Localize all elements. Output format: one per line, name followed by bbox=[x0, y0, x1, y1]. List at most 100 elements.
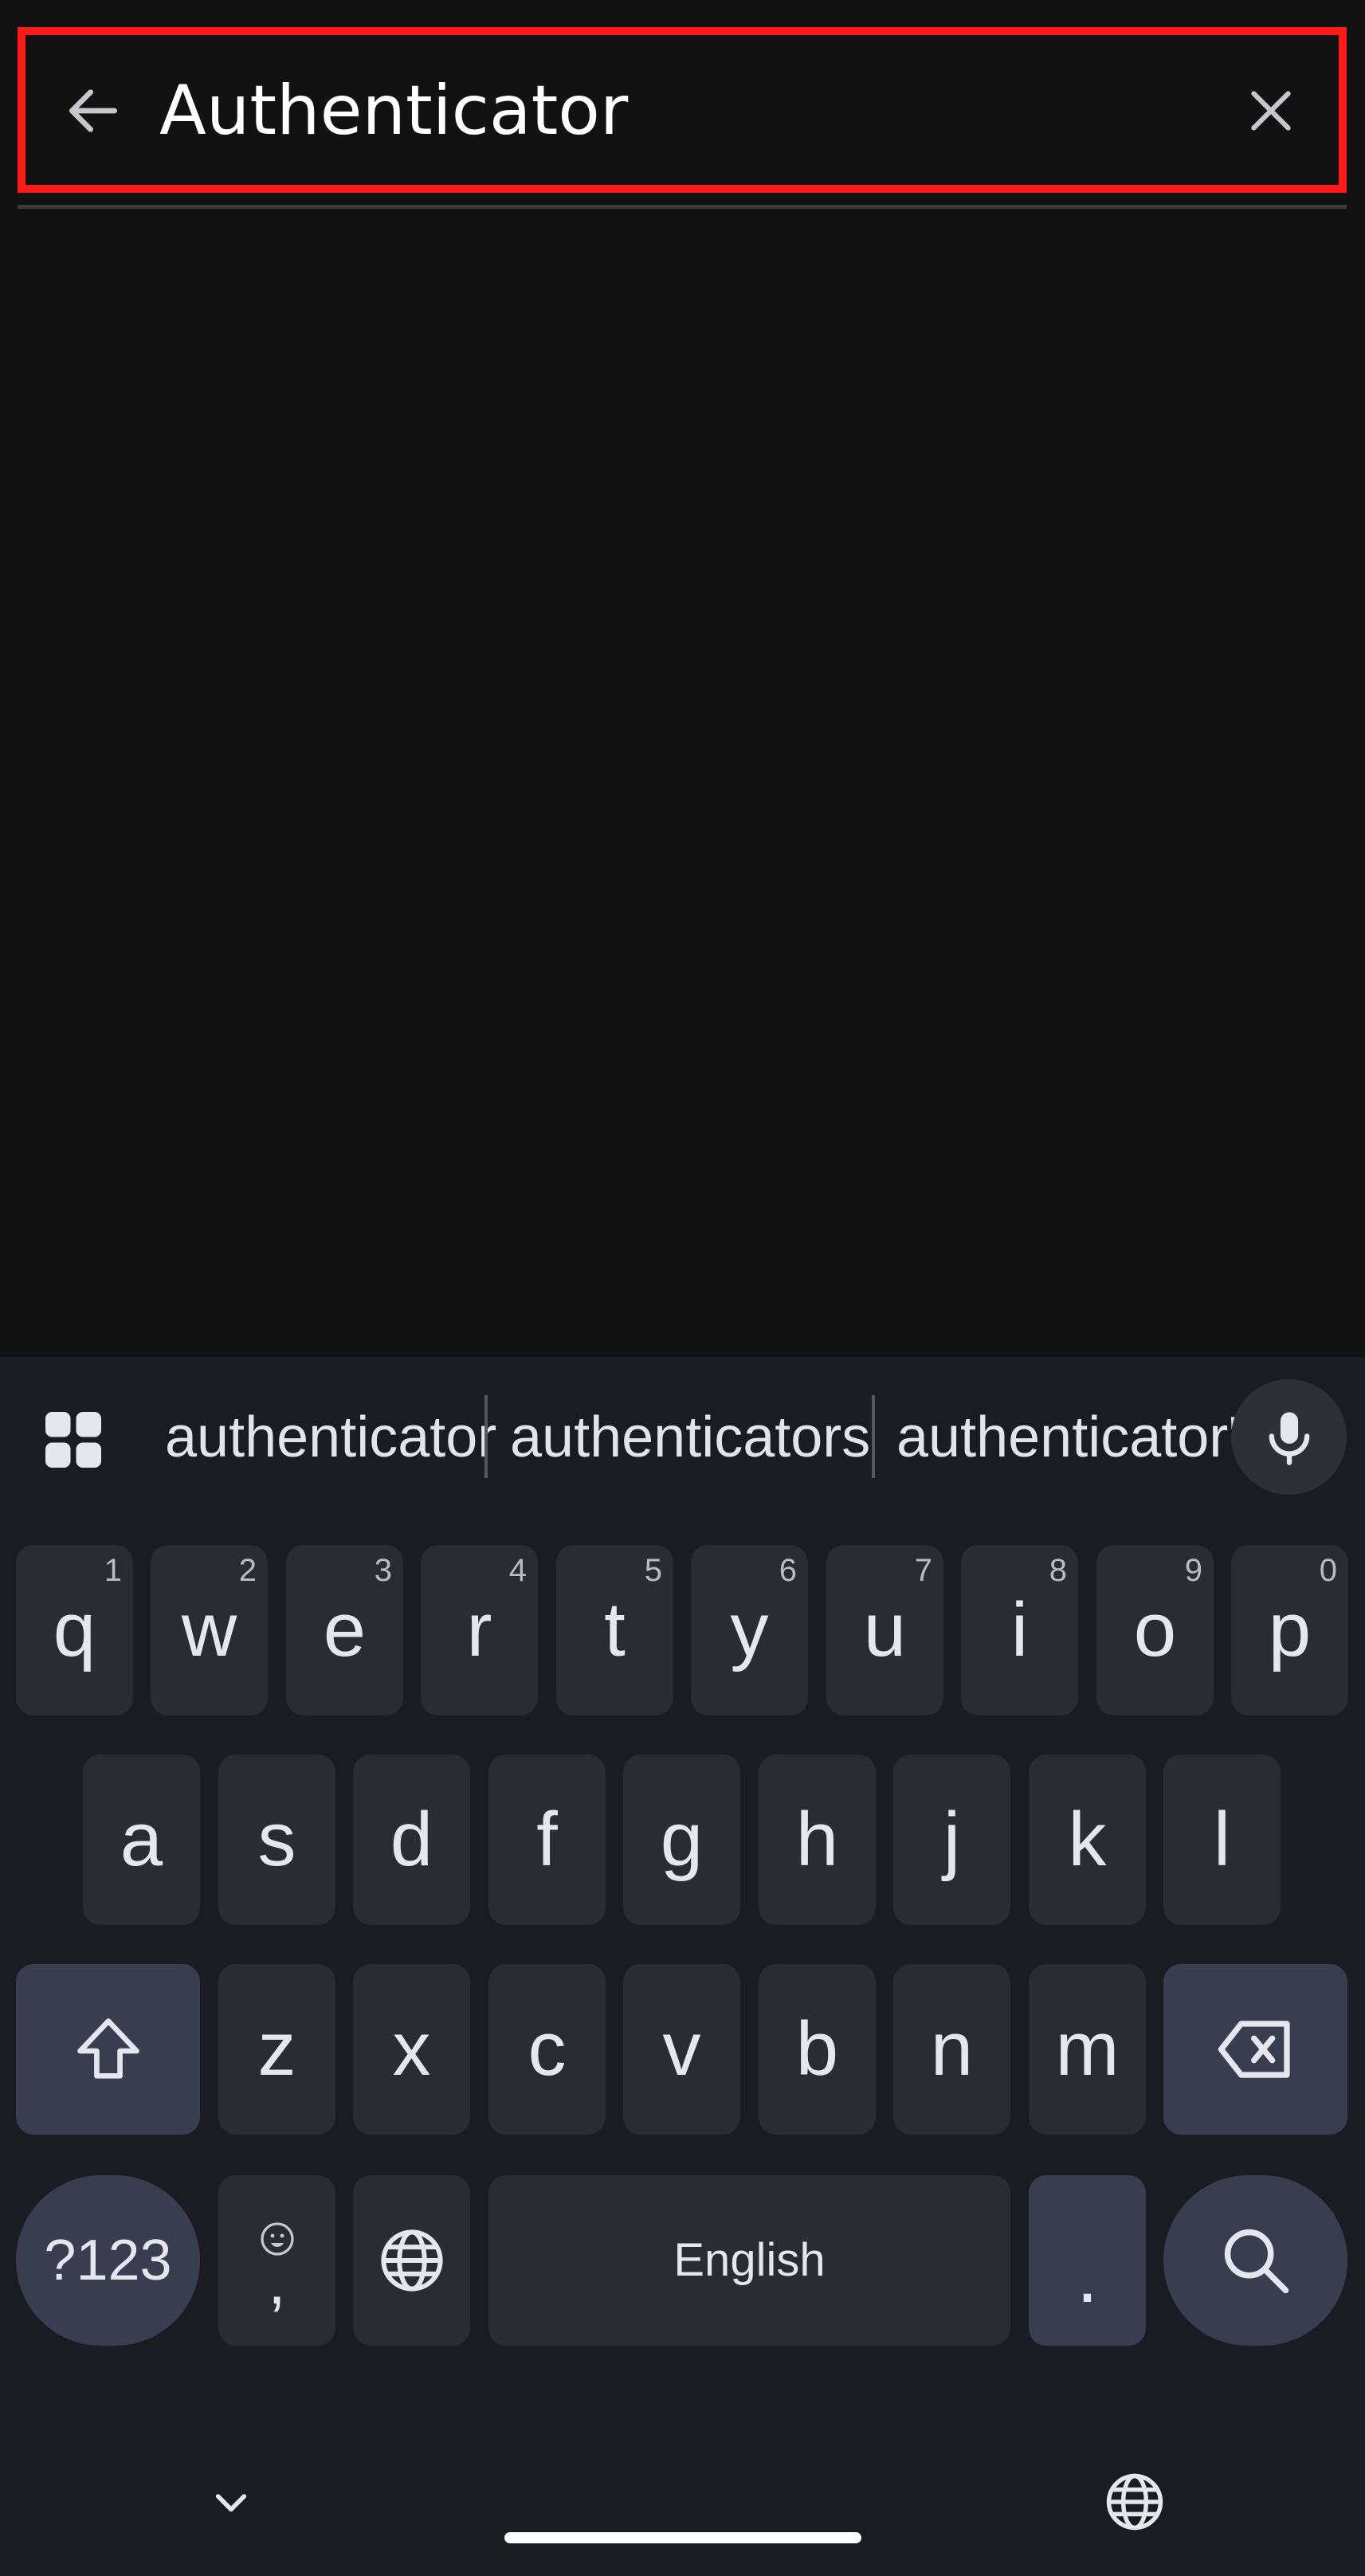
apps-button[interactable] bbox=[33, 1400, 113, 1480]
search-bar bbox=[0, 0, 1365, 209]
key-d[interactable]: d bbox=[353, 1755, 470, 1925]
globe-icon bbox=[380, 2229, 443, 2292]
search-icon bbox=[1224, 2229, 1289, 2294]
key-r[interactable]: 4 r bbox=[421, 1545, 538, 1715]
key-label: h bbox=[795, 1797, 839, 1882]
key-label: q bbox=[53, 1587, 96, 1672]
suggestion-3[interactable]: authenticator's bbox=[896, 1394, 1268, 1481]
key-label: g bbox=[660, 1797, 704, 1882]
key-label: k bbox=[1068, 1797, 1107, 1882]
key-label: r bbox=[466, 1587, 492, 1672]
key-label: u bbox=[863, 1587, 907, 1672]
navigation-bar bbox=[0, 2414, 1365, 2576]
key-h[interactable]: h bbox=[759, 1755, 876, 1925]
key-m[interactable]: m bbox=[1029, 1964, 1146, 2135]
key-y[interactable]: 6 y bbox=[691, 1545, 808, 1715]
key-label: , bbox=[268, 2246, 286, 2317]
key-hint: 5 bbox=[644, 1553, 662, 1588]
search-key[interactable] bbox=[1163, 2175, 1347, 2346]
key-label: o bbox=[1133, 1587, 1177, 1672]
key-w[interactable]: 2 w bbox=[151, 1545, 268, 1715]
shift-key[interactable] bbox=[16, 1964, 200, 2135]
microphone-icon bbox=[1269, 1411, 1309, 1465]
key-hint: 0 bbox=[1319, 1553, 1337, 1588]
key-n[interactable]: n bbox=[893, 1964, 1010, 2135]
key-label: n bbox=[930, 2006, 974, 2092]
home-indicator[interactable] bbox=[504, 2532, 861, 2543]
key-label: j bbox=[943, 1797, 961, 1882]
key-hint: 3 bbox=[374, 1553, 392, 1588]
key-hint: 7 bbox=[914, 1553, 932, 1588]
key-l[interactable]: l bbox=[1163, 1755, 1281, 1925]
back-button[interactable] bbox=[49, 67, 137, 155]
key-label: b bbox=[795, 2006, 839, 2092]
key-label: x bbox=[392, 2006, 431, 2092]
backspace-key[interactable] bbox=[1163, 1964, 1347, 2135]
backspace-icon bbox=[1218, 2021, 1290, 2078]
comma-key[interactable]: , bbox=[218, 2175, 335, 2346]
key-x[interactable]: x bbox=[353, 1964, 470, 2135]
search-divider bbox=[18, 205, 1347, 209]
chevron-down-icon bbox=[215, 2494, 247, 2512]
suggestion-strip: authenticator authenticators authenticat… bbox=[0, 1357, 1365, 1516]
key-q[interactable]: 1 q bbox=[16, 1545, 133, 1715]
key-f[interactable]: f bbox=[488, 1755, 606, 1925]
key-label: a bbox=[120, 1797, 163, 1882]
key-t[interactable]: 5 t bbox=[556, 1545, 673, 1715]
key-label: m bbox=[1055, 2006, 1120, 2092]
key-p[interactable]: 0 p bbox=[1231, 1545, 1348, 1715]
key-i[interactable]: 8 i bbox=[961, 1545, 1078, 1715]
key-label: c bbox=[528, 2006, 567, 2092]
key-label: English bbox=[673, 2234, 826, 2286]
suggestion-1[interactable]: authenticator bbox=[165, 1394, 496, 1481]
screen: authenticator authenticators authenticat… bbox=[0, 0, 1365, 2576]
search-input[interactable] bbox=[159, 64, 1219, 158]
key-label: ?123 bbox=[44, 2229, 172, 2292]
key-s[interactable]: s bbox=[218, 1755, 335, 1925]
symbols-key[interactable]: ?123 bbox=[16, 2175, 200, 2346]
key-label: e bbox=[323, 1587, 367, 1672]
suggestion-separator bbox=[872, 1395, 875, 1478]
globe-icon bbox=[1106, 2473, 1163, 2531]
keyboard: authenticator authenticators authenticat… bbox=[0, 1357, 1365, 2576]
key-hint: 1 bbox=[104, 1553, 122, 1588]
key-a[interactable]: a bbox=[83, 1755, 200, 1925]
key-label: f bbox=[536, 1797, 558, 1882]
key-b[interactable]: b bbox=[759, 1964, 876, 2135]
period-key[interactable]: . bbox=[1029, 2175, 1146, 2346]
key-hint: 4 bbox=[508, 1553, 527, 1588]
key-hint: 2 bbox=[238, 1553, 257, 1588]
key-k[interactable]: k bbox=[1029, 1755, 1146, 1925]
key-label: i bbox=[1010, 1587, 1029, 1672]
key-z[interactable]: z bbox=[218, 1964, 335, 2135]
space-key[interactable]: English bbox=[488, 2175, 1010, 2346]
key-label: . bbox=[1077, 2233, 1098, 2319]
language-key[interactable] bbox=[353, 2175, 470, 2346]
key-hint: 6 bbox=[779, 1553, 797, 1588]
key-j[interactable]: j bbox=[893, 1755, 1010, 1925]
hide-keyboard-button[interactable] bbox=[191, 2462, 271, 2542]
shift-icon bbox=[76, 2018, 139, 2079]
key-label: p bbox=[1268, 1587, 1312, 1672]
key-e[interactable]: 3 e bbox=[286, 1545, 403, 1715]
switch-keyboard-button[interactable] bbox=[1093, 2460, 1176, 2543]
suggestion-2[interactable]: authenticators bbox=[510, 1394, 870, 1481]
key-label: d bbox=[390, 1797, 433, 1882]
close-icon bbox=[1251, 91, 1291, 131]
key-c[interactable]: c bbox=[488, 1964, 606, 2135]
key-u[interactable]: 7 u bbox=[826, 1545, 943, 1715]
key-label: z bbox=[257, 2006, 296, 2092]
arrow-left-icon bbox=[69, 89, 118, 132]
key-label: t bbox=[604, 1587, 626, 1672]
key-hint: 9 bbox=[1184, 1553, 1202, 1588]
voice-input-button[interactable] bbox=[1231, 1379, 1347, 1495]
key-v[interactable]: v bbox=[623, 1964, 740, 2135]
apps-grid-icon bbox=[45, 1412, 101, 1468]
key-label: s bbox=[257, 1797, 296, 1882]
key-o[interactable]: 9 o bbox=[1096, 1545, 1214, 1715]
key-g[interactable]: g bbox=[623, 1755, 740, 1925]
key-label: y bbox=[730, 1587, 769, 1672]
key-label: v bbox=[662, 2006, 701, 2092]
clear-search-button[interactable] bbox=[1227, 67, 1315, 155]
key-label: l bbox=[1213, 1797, 1231, 1882]
